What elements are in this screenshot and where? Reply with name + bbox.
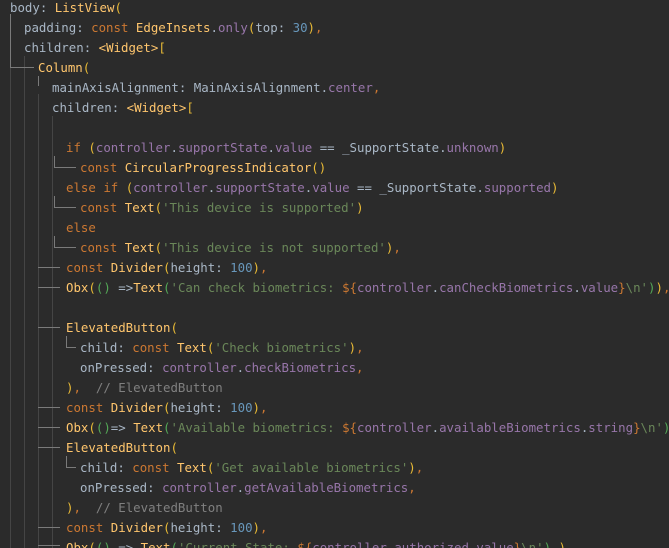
outline-connector bbox=[54, 196, 55, 208]
code-line[interactable]: const Text('This device is not supported… bbox=[80, 238, 401, 258]
code-line[interactable]: child: const Text('Get available biometr… bbox=[80, 458, 423, 478]
code-line[interactable]: ), // ElevatedButton bbox=[66, 498, 223, 518]
code-line[interactable]: else if (controller.supportState.value =… bbox=[66, 178, 558, 198]
outline-connector bbox=[38, 267, 60, 268]
code-line[interactable]: Column( bbox=[38, 58, 90, 78]
outline-connector bbox=[54, 236, 55, 248]
outline-connector bbox=[38, 527, 60, 528]
code-line[interactable]: body: ListView( bbox=[10, 0, 122, 18]
code-line[interactable]: const Divider(height: 100), bbox=[66, 258, 267, 278]
outline-connector bbox=[54, 247, 76, 248]
outline-connector bbox=[54, 156, 55, 168]
code-line[interactable]: const Divider(height: 100), bbox=[66, 518, 267, 538]
code-line[interactable]: Obx(()=> Text('Available biometrics: ${c… bbox=[66, 418, 669, 438]
outline-connector bbox=[54, 167, 76, 168]
code-line[interactable]: onPressed: controller.getAvailableBiomet… bbox=[80, 478, 416, 498]
outline-connector bbox=[10, 14, 11, 68]
outline-connector bbox=[38, 447, 60, 448]
indent-guide bbox=[10, 14, 11, 548]
outline-connector bbox=[10, 67, 34, 68]
code-line[interactable]: const Text('This device is supported') bbox=[80, 198, 364, 218]
outline-connector bbox=[66, 467, 76, 468]
code-line[interactable]: mainAxisAlignment: MainAxisAlignment.cen… bbox=[52, 78, 380, 98]
code-line[interactable]: ElevatedButton( bbox=[66, 318, 178, 338]
indent-guide bbox=[52, 116, 53, 548]
outline-connector bbox=[54, 207, 76, 208]
indent-guide bbox=[24, 56, 25, 548]
outline-connector bbox=[38, 327, 60, 328]
code-line[interactable]: const CircularProgressIndicator() bbox=[80, 158, 326, 178]
outline-connector bbox=[38, 287, 60, 288]
code-line[interactable]: onPressed: controller.checkBiometrics, bbox=[80, 358, 364, 378]
code-line[interactable]: child: const Text('Check biometrics'), bbox=[80, 338, 364, 358]
code-line[interactable]: if (controller.supportState.value == _Su… bbox=[66, 138, 506, 158]
code-line[interactable]: Obx(() => Text('Current State: ${control… bbox=[66, 538, 573, 548]
code-line[interactable]: padding: const EdgeInsets.only(top: 30), bbox=[24, 18, 322, 38]
outline-connector bbox=[38, 407, 60, 408]
code-line[interactable]: const Divider(height: 100), bbox=[66, 398, 267, 418]
code-line[interactable]: ), // ElevatedButton bbox=[66, 378, 223, 398]
code-line[interactable]: children: <Widget>[ bbox=[24, 38, 166, 58]
code-line[interactable]: else bbox=[66, 218, 96, 238]
indent-guide bbox=[38, 94, 39, 548]
outline-connector bbox=[66, 347, 76, 348]
code-line[interactable]: Obx(() =>Text('Can check biometrics: ${c… bbox=[66, 278, 669, 298]
code-editor[interactable]: body: ListView( padding: const EdgeInset… bbox=[0, 0, 669, 548]
code-line[interactable]: ElevatedButton( bbox=[66, 438, 178, 458]
outline-connector bbox=[38, 545, 60, 546]
code-line[interactable]: children: <Widget>[ bbox=[52, 98, 194, 118]
outline-connector bbox=[38, 427, 60, 428]
